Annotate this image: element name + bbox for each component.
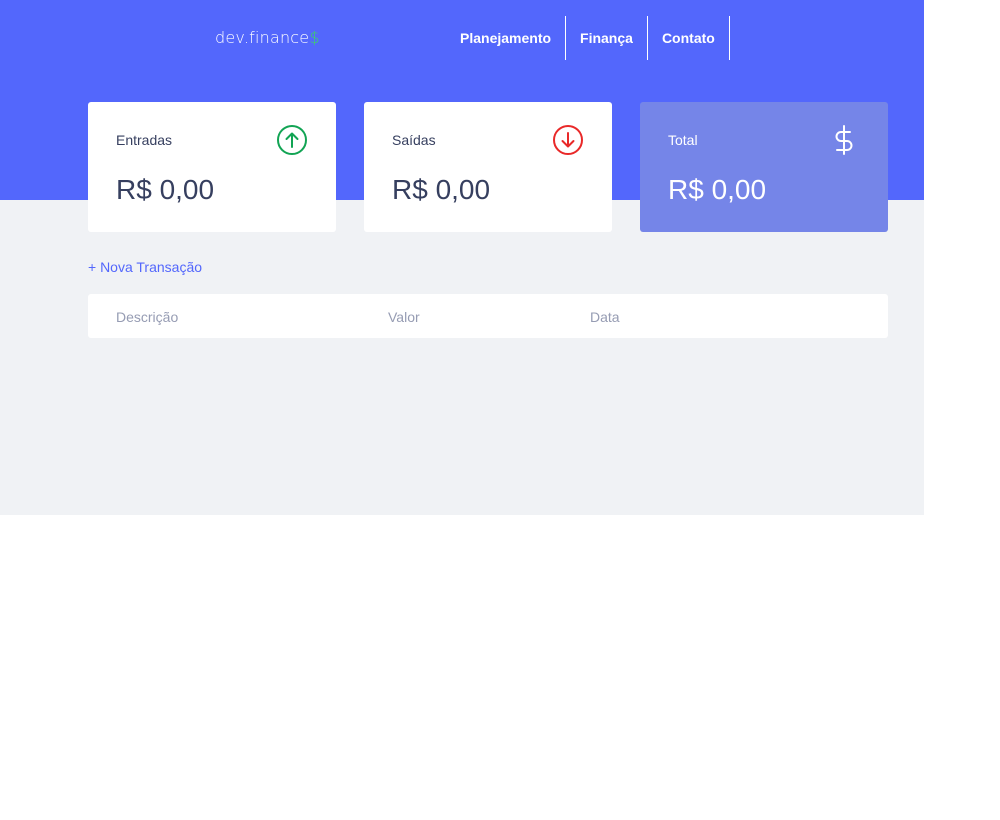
main-nav: Planejamento Finança Contato (446, 16, 730, 60)
app-container: dev.finance$ Planejamento Finança Contat… (0, 0, 924, 515)
logo[interactable]: dev.finance$ (215, 28, 320, 47)
income-card: Entradas R$ 0,00 (88, 102, 336, 232)
expense-card: Saídas R$ 0,00 (364, 102, 612, 232)
nav-item-financa[interactable]: Finança (566, 16, 648, 60)
expense-label: Saídas (392, 132, 436, 148)
income-value: R$ 0,00 (116, 174, 215, 205)
expense-value: R$ 0,00 (392, 174, 491, 205)
total-label: Total (668, 132, 698, 148)
logo-dollar: $ (309, 28, 320, 47)
column-header-description: Descrição (116, 309, 179, 325)
transactions-table: Descrição Valor Data (88, 294, 888, 338)
total-card: Total R$ 0,00 (640, 102, 888, 232)
logo-text-dev: dev (215, 28, 244, 47)
column-header-date: Data (590, 309, 620, 325)
nav-item-contato[interactable]: Contato (648, 16, 730, 60)
dollar-icon (835, 125, 853, 155)
arrow-down-circle-icon (553, 125, 583, 155)
income-label: Entradas (116, 132, 173, 148)
nav-item-planejamento[interactable]: Planejamento (446, 16, 567, 60)
logo-text-finance: finance (249, 28, 310, 47)
column-header-value: Valor (388, 309, 420, 325)
arrow-up-circle-icon (277, 125, 307, 155)
total-value: R$ 0,00 (668, 174, 767, 205)
new-transaction-link[interactable]: + Nova Transação (88, 259, 202, 275)
